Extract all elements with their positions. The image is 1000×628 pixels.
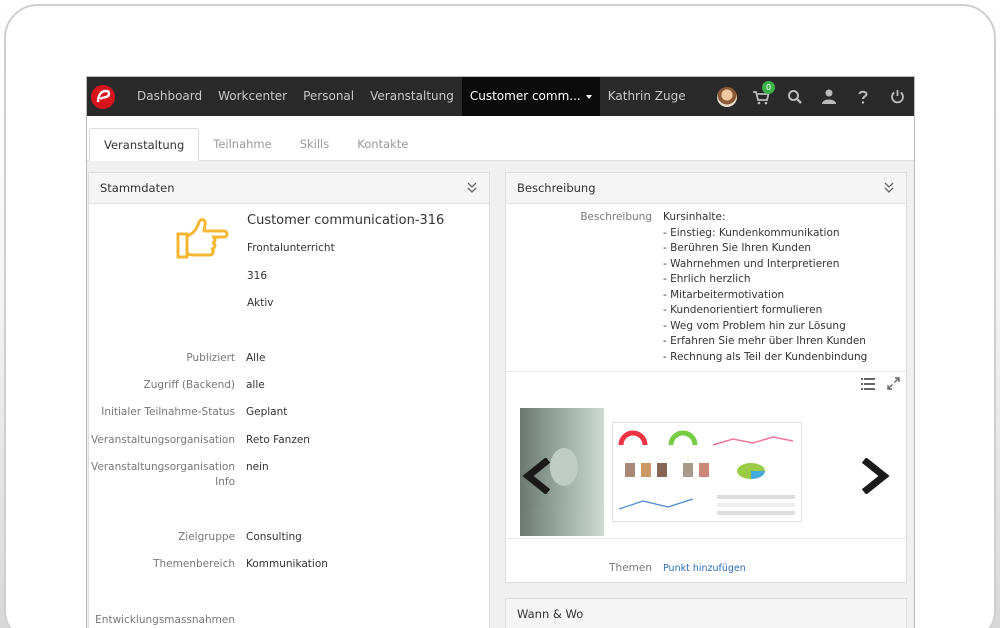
description-line: - Weg vom Problem hin zur Lösung <box>663 319 846 332</box>
field-label: Initialer Teilnahme-Status <box>101 406 235 418</box>
top-navbar: Dashboard Workcenter Personal Veranstalt… <box>87 77 914 116</box>
beschreibung-label: Beschreibung <box>580 211 652 223</box>
description-line: - Berühren Sie Ihren Kunden <box>663 242 812 254</box>
gallery-prev-arrow-icon[interactable] <box>520 458 554 494</box>
description-text: Kursinhalte: - Einstieg: Kundenkommunika… <box>663 210 867 365</box>
course-type: Frontalunterricht <box>247 242 335 254</box>
field-value-zielgruppe: Consulting <box>246 531 302 543</box>
nav-workcenter[interactable]: Workcenter <box>210 77 295 116</box>
field-label: Zielgruppe <box>178 531 235 543</box>
field-label: Veranstaltungsorganisation <box>91 434 235 446</box>
course-status: Aktiv <box>247 297 274 309</box>
beschreibung-heading: Beschreibung <box>517 181 596 195</box>
tab-bar: Veranstaltung Teilnahme Skills Kontakte <box>87 116 914 161</box>
nav-dashboard[interactable]: Dashboard <box>129 77 210 116</box>
description-line: Kursinhalte: <box>663 211 726 223</box>
beschreibung-header: Beschreibung <box>506 173 906 204</box>
wann-wo-header: Wann & Wo <box>506 599 906 628</box>
tab-kontakte[interactable]: Kontakte <box>343 128 422 161</box>
user-avatar[interactable] <box>710 77 744 116</box>
pointing-hand-icon <box>176 218 229 259</box>
dashboard-preview <box>618 430 795 515</box>
nav-active-course-label: Customer comm... <box>469 89 581 103</box>
stammdaten-heading: Stammdaten <box>100 181 175 195</box>
description-line: - Ehrlich herzlich <box>663 273 751 285</box>
list-view-icon[interactable] <box>861 378 875 390</box>
profile-button[interactable] <box>812 77 846 116</box>
field-value-teilnahme-status: Geplant <box>246 406 288 418</box>
user-icon <box>822 89 836 104</box>
field-value-organisation-info: nein <box>246 461 269 473</box>
collapse-chevron-icon[interactable] <box>467 182 477 194</box>
description-line: - Mitarbeitermotivation <box>663 288 785 301</box>
field-label: Zugriff (Backend) <box>143 379 235 391</box>
tab-teilnahme[interactable]: Teilnahme <box>199 128 285 161</box>
field-label: Veranstaltungsorganisation Info <box>91 461 235 488</box>
image-gallery <box>506 371 906 539</box>
beschreibung-panel: Beschreibung Beschreibung Kursinhalte: -… <box>505 172 907 583</box>
add-point-link[interactable]: Punkt hinzufügen <box>663 561 746 576</box>
cart-count-badge: 0 <box>762 81 775 94</box>
tab-veranstaltung[interactable]: Veranstaltung <box>89 128 200 161</box>
search-icon <box>788 89 802 104</box>
nav-active-course-dropdown[interactable]: Customer comm... <box>461 77 600 116</box>
nav-personal[interactable]: Personal <box>295 77 362 116</box>
cart-button[interactable]: 0 <box>744 77 778 116</box>
app-logo[interactable] <box>91 84 115 109</box>
course-title: Customer communication-316 <box>247 213 445 228</box>
field-label: Entwicklungsmassnahmen <box>95 614 235 626</box>
field-value-zugriff: alle <box>246 379 265 391</box>
caret-down-icon <box>585 94 592 99</box>
tab-skills[interactable]: Skills <box>286 128 344 161</box>
description-line: - Einstieg: Kundenkommunikation <box>663 226 840 239</box>
help-icon <box>858 90 868 104</box>
themen-label: Themen <box>609 562 652 574</box>
description-line: - Erfahren Sie mehr über Ihren Kunden <box>663 335 866 347</box>
face-shape <box>550 448 578 486</box>
field-label: Themenbereich <box>153 558 235 570</box>
field-label: Publiziert <box>186 352 235 364</box>
help-button[interactable] <box>846 77 880 116</box>
field-value-themenbereich: Kommunikation <box>246 558 328 570</box>
power-icon <box>890 90 904 104</box>
logout-button[interactable] <box>880 77 914 116</box>
collapse-chevron-icon[interactable] <box>884 182 894 194</box>
gallery-next-arrow-icon[interactable] <box>858 458 892 494</box>
description-line: - Kundenorientiert formulieren <box>663 304 823 316</box>
stammdaten-header: Stammdaten <box>89 173 489 204</box>
nav-user-name[interactable]: Kathrin Zuge <box>600 77 694 116</box>
fullscreen-icon[interactable] <box>887 377 900 390</box>
app-window: Dashboard Workcenter Personal Veranstalt… <box>86 76 915 628</box>
wann-wo-panel: Wann & Wo <box>505 598 907 628</box>
search-button[interactable] <box>778 77 812 116</box>
field-value-publiziert: Alle <box>246 352 266 364</box>
nav-veranstaltung[interactable]: Veranstaltung <box>362 77 462 116</box>
stammdaten-panel: Stammdaten Customer communication-316 Fr… <box>88 172 490 628</box>
gallery-thumbnail-dashboard[interactable] <box>612 422 802 522</box>
wann-wo-heading: Wann & Wo <box>517 607 584 621</box>
description-line: - Wahrnehmen und Interpretieren <box>663 257 840 270</box>
description-line: - Rechnung als Teil der Kundenbindung <box>663 350 868 363</box>
field-value-organisation: Reto Fanzen <box>246 434 310 446</box>
avatar <box>717 86 737 107</box>
course-number: 316 <box>247 270 268 282</box>
